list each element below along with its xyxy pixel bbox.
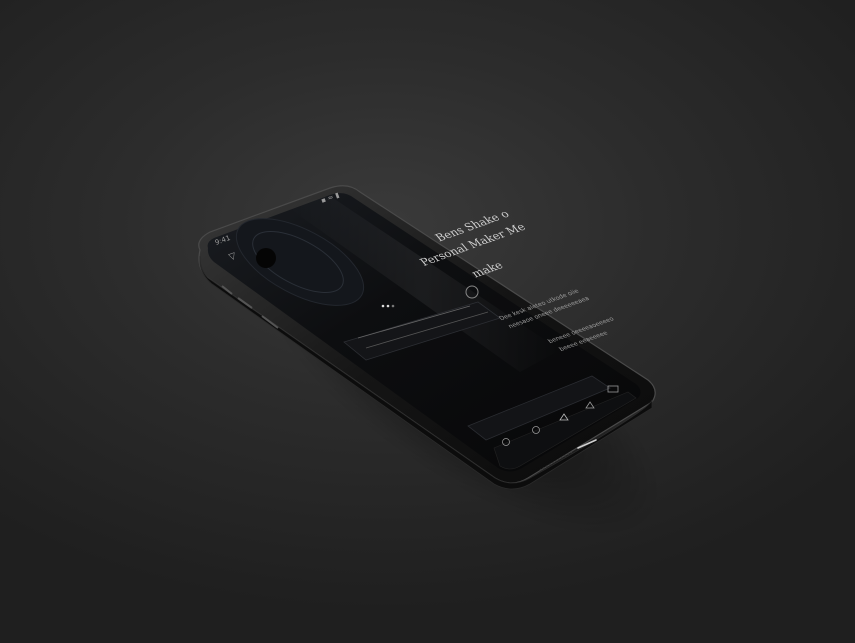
page-dot-3[interactable] [391, 304, 395, 308]
header-art-dot [256, 248, 276, 268]
phone-mockup: 9:41 ▪ ≈ ▮ ▽ Bens Shake o Personal Maker… [198, 185, 656, 490]
page-dot-1[interactable] [381, 304, 385, 308]
scene: 9:41 ▪ ≈ ▮ ▽ Bens Shake o Personal Maker… [0, 0, 855, 643]
page-dot-2[interactable] [386, 304, 390, 308]
